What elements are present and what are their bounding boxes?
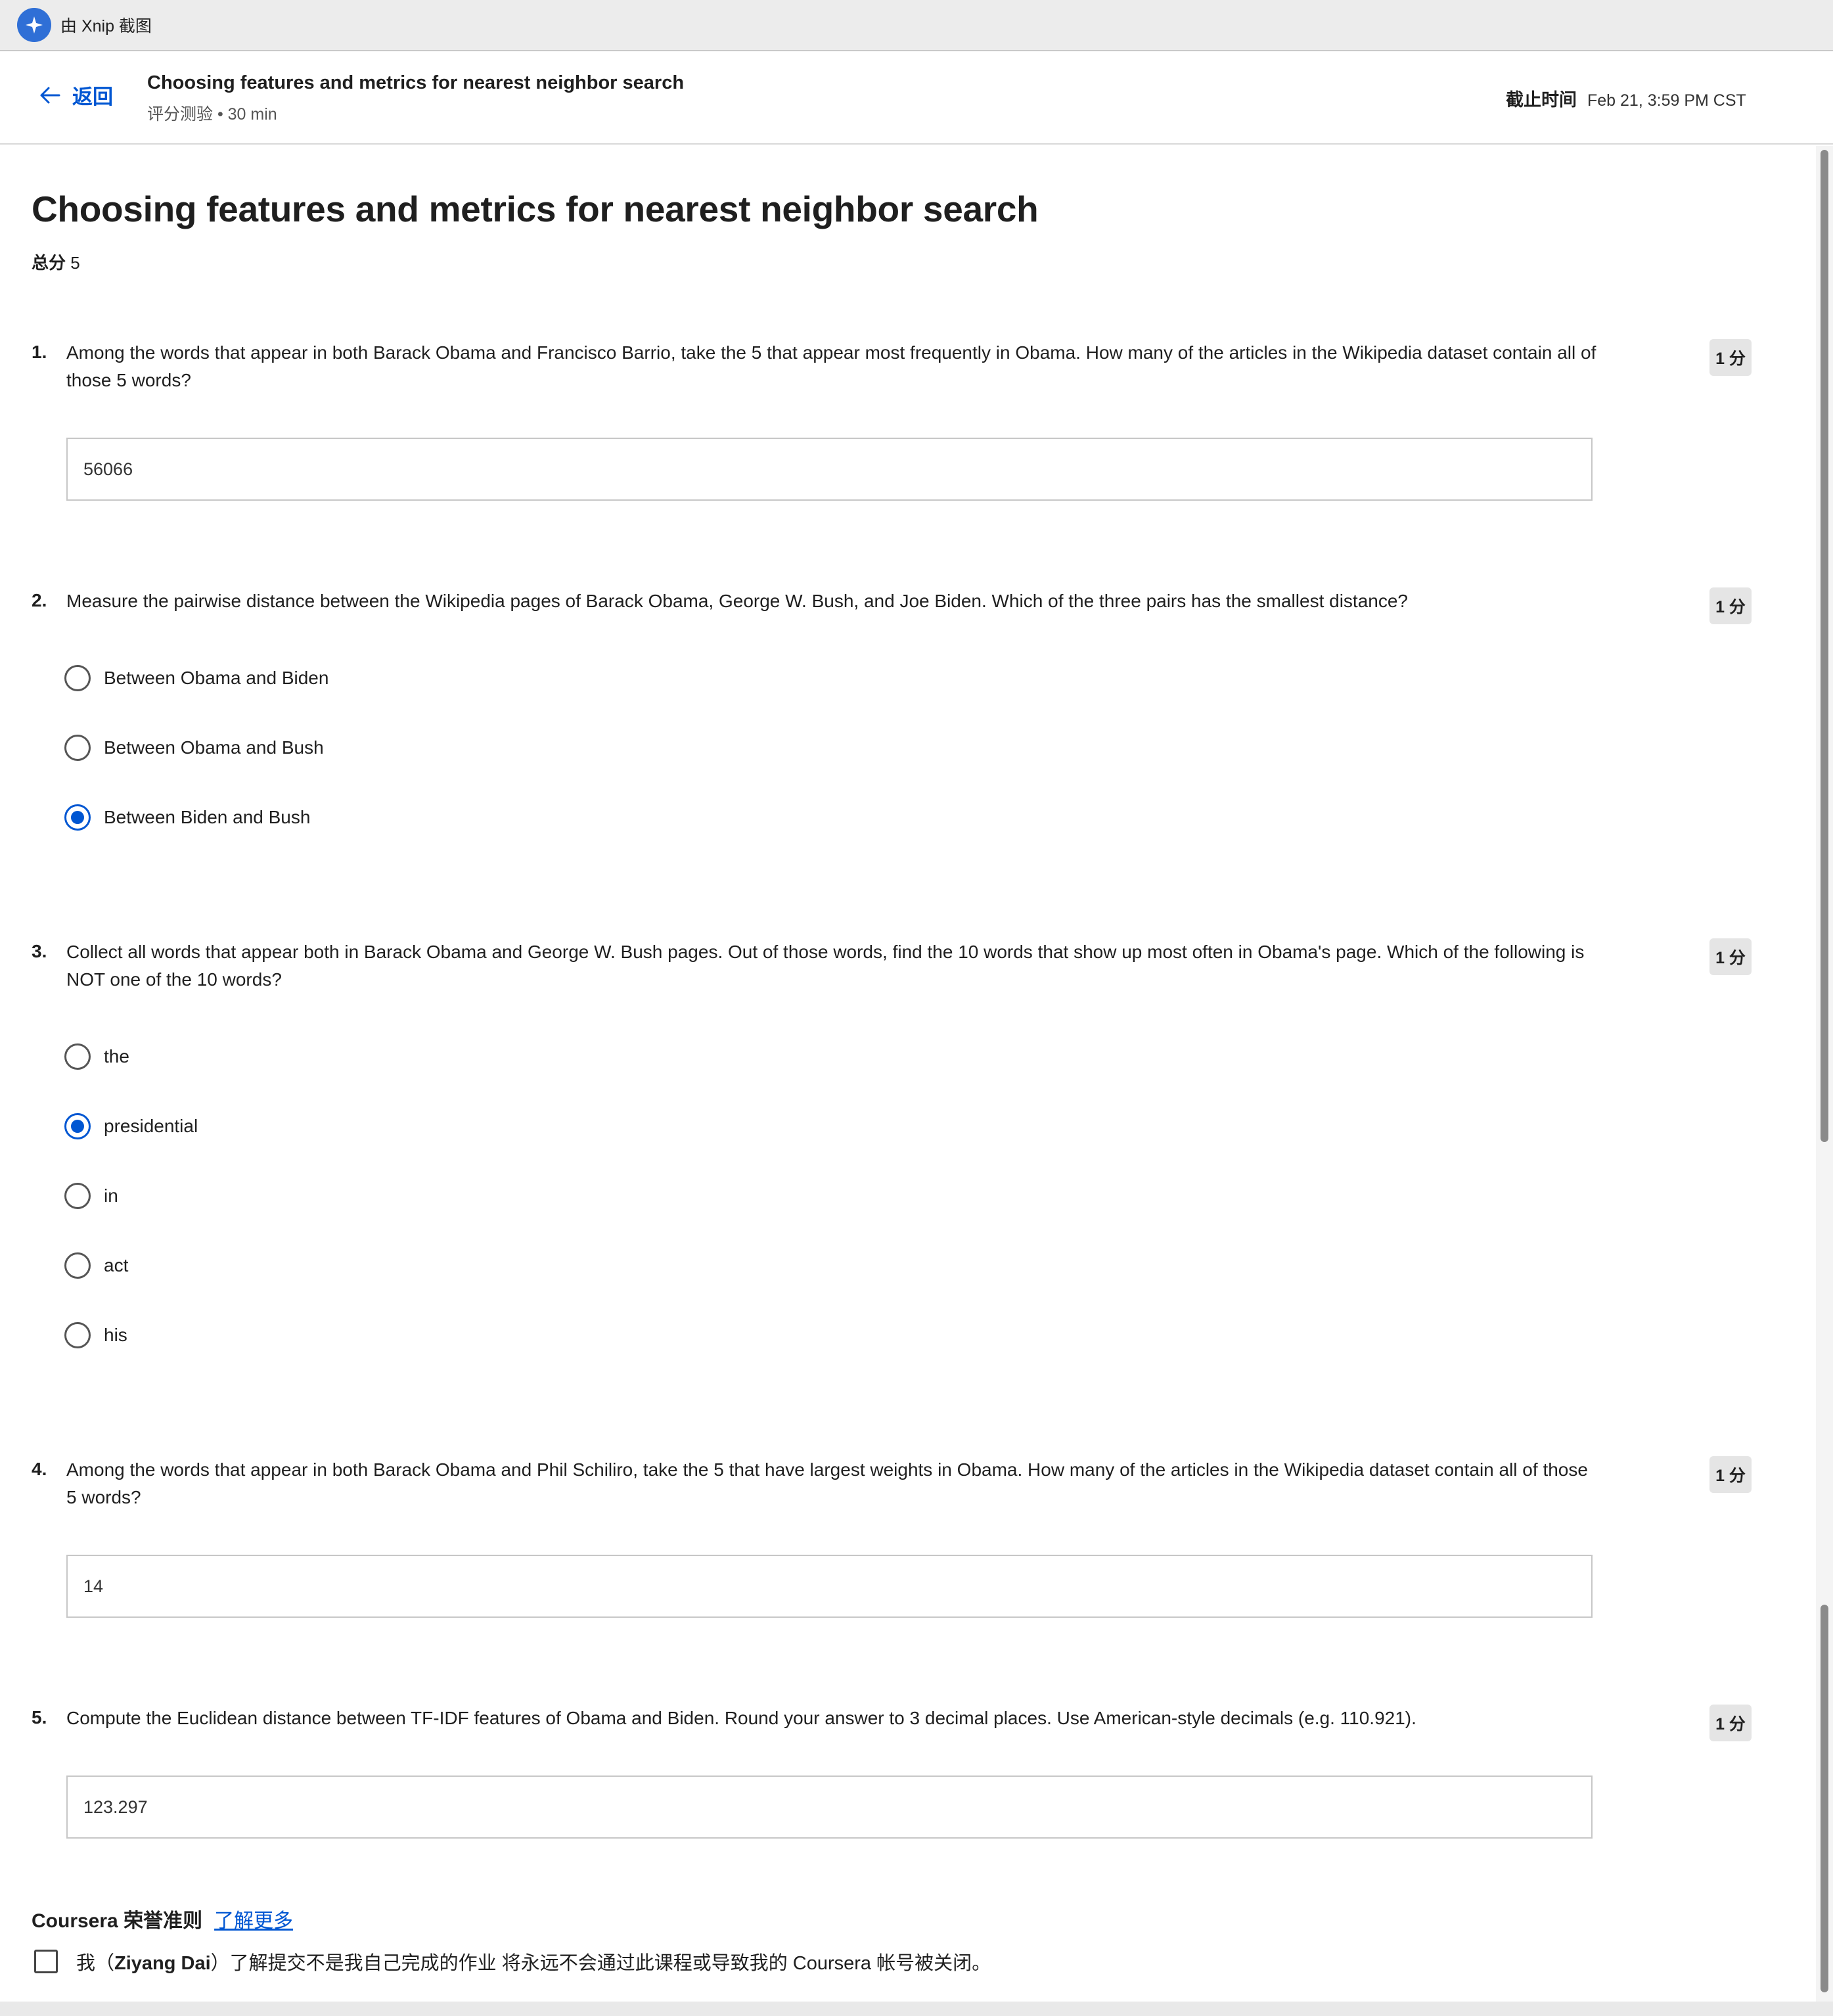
answer-input[interactable] (66, 438, 1593, 501)
option-obama-bush[interactable]: Between Obama and Bush (64, 735, 324, 761)
option-biden-bush[interactable]: Between Biden and Bush (64, 804, 310, 831)
page-title: Choosing features and metrics for neares… (32, 189, 1039, 229)
option-label: presidential (104, 1116, 198, 1136)
deadline-label: 截止时间 (1506, 90, 1577, 110)
header-subtitle: 评分测验 • 30 min (147, 105, 277, 124)
option-in[interactable]: in (64, 1183, 118, 1209)
option-label: act (104, 1255, 129, 1275)
option-label: Between Obama and Biden (104, 668, 329, 688)
radio-button[interactable] (64, 665, 91, 691)
question-number: 3. (32, 941, 47, 961)
radio-button[interactable] (64, 1183, 91, 1209)
bottom-strip (0, 2002, 1833, 2016)
points-badge: 1 分 (1709, 339, 1752, 376)
question-text: Among the words that appear in both Bara… (66, 342, 1596, 390)
question-text: Compute the Euclidean distance between T… (66, 1708, 1416, 1728)
honor-checkbox[interactable] (34, 1950, 58, 1973)
question-text: Collect all words that appear both in Ba… (66, 942, 1585, 990)
points-badge: 1 分 (1709, 1705, 1752, 1741)
radio-button[interactable] (64, 1322, 91, 1348)
back-label: 返回 (72, 85, 113, 108)
scrollbar-thumb[interactable] (1821, 150, 1828, 1142)
option-act[interactable]: act (64, 1252, 128, 1279)
question-number: 2. (32, 590, 47, 610)
deadline-value: Feb 21, 3:59 PM CST (1587, 91, 1746, 110)
learn-more-link[interactable]: 了解更多 (214, 1904, 293, 1933)
question-number: 4. (32, 1459, 47, 1479)
total-score: 总分 5 (32, 250, 80, 274)
xnip-toolbar: 由 Xnip 截图 (0, 0, 1833, 51)
honor-text-prefix: 我（ (76, 1953, 115, 1974)
total-label: 总分 (32, 253, 66, 273)
back-button[interactable]: 返回 (37, 80, 113, 110)
honor-code-heading: Coursera 荣誉准则 了解更多 (32, 1904, 293, 1933)
option-label: Between Biden and Bush (104, 807, 311, 827)
radio-button-selected[interactable] (64, 1113, 91, 1139)
radio-button-selected[interactable] (64, 804, 91, 831)
scrollbar-thumb-secondary[interactable] (1821, 1605, 1828, 1992)
xnip-logo-icon (17, 8, 51, 42)
question-number: 5. (32, 1707, 47, 1728)
option-label: the (104, 1046, 129, 1066)
answer-input[interactable] (66, 1775, 1593, 1839)
honor-agreement: 我（Ziyang Dai）了解提交不是我自己完成的作业 将永远不会通过此课程或导… (34, 1948, 991, 1975)
option-his[interactable]: his (64, 1322, 127, 1348)
option-label: in (104, 1185, 118, 1206)
honor-code-title: Coursera 荣誉准则 (32, 1910, 203, 1932)
honor-name: Ziyang Dai (114, 1953, 211, 1974)
option-obama-biden[interactable]: Between Obama and Biden (64, 665, 328, 691)
points-badge: 1 分 (1709, 587, 1752, 624)
xnip-label: 由 Xnip 截图 (60, 17, 152, 35)
radio-button[interactable] (64, 1252, 91, 1279)
option-presidential[interactable]: presidential (64, 1113, 198, 1139)
honor-text: 我（Ziyang Dai）了解提交不是我自己完成的作业 将永远不会通过此课程或导… (76, 1948, 991, 1975)
points-badge: 1 分 (1709, 1456, 1752, 1493)
header-title: Choosing features and metrics for neares… (147, 72, 685, 93)
option-label: Between Obama and Bush (104, 737, 324, 758)
question-text: Among the words that appear in both Bara… (66, 1459, 1588, 1507)
scrollbar[interactable] (1816, 146, 1833, 2002)
option-label: his (104, 1325, 127, 1345)
radio-button[interactable] (64, 1043, 91, 1070)
arrow-left-icon (40, 87, 60, 103)
option-the[interactable]: the (64, 1043, 129, 1070)
radio-button[interactable] (64, 735, 91, 761)
points-badge: 1 分 (1709, 938, 1752, 975)
answer-input[interactable] (66, 1555, 1593, 1618)
total-value: 5 (70, 253, 80, 273)
question-text: Measure the pairwise distance between th… (66, 591, 1408, 611)
quiz-header: 返回 Choosing features and metrics for nea… (0, 53, 1833, 145)
honor-text-suffix: ）了解提交不是我自己完成的作业 将永远不会通过此课程或导致我的 Coursera… (210, 1953, 991, 1974)
deadline: 截止时间 Feb 21, 3:59 PM CST (1506, 85, 1746, 111)
question-number: 1. (32, 342, 47, 362)
